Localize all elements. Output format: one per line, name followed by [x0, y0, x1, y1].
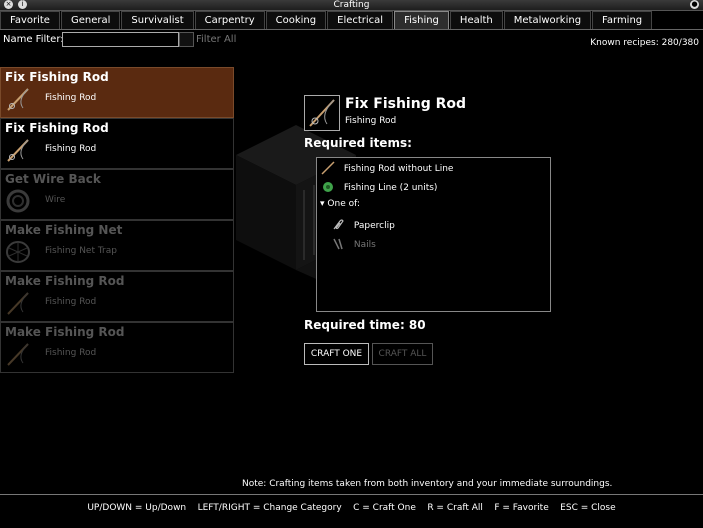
selected-recipe-icon-frame [304, 95, 340, 131]
recipe-result: Wire [45, 195, 66, 205]
one-of-item: Nails [331, 237, 376, 251]
craft-all-button[interactable]: CRAFT ALL [372, 343, 433, 365]
nails-icon [333, 238, 343, 250]
name-filter-input[interactable] [62, 32, 179, 47]
fishing-net-icon [6, 241, 30, 263]
recipe-result: Fishing Rod [45, 93, 97, 103]
recipe-name: Make Fishing Rod [5, 325, 125, 339]
one-of-item: Paperclip [331, 218, 395, 232]
window-title: Crafting [333, 0, 370, 10]
tab-electrical[interactable]: Electrical [327, 11, 394, 29]
recipe-name: Get Wire Back [5, 172, 101, 186]
fishing-line-icon [323, 182, 333, 192]
paperclip-icon [333, 219, 344, 230]
keyboard-shortcuts-bar: UP/DOWN = Up/Down LEFT/RIGHT = Change Ca… [0, 494, 703, 528]
tab-metalworking[interactable]: Metalworking [503, 11, 592, 29]
recipe-item[interactable]: Get Wire Back Wire [0, 169, 234, 220]
tab-health[interactable]: Health [449, 11, 503, 29]
recipe-name: Make Fishing Net [5, 223, 123, 237]
tab-general[interactable]: General [60, 11, 121, 29]
tab-carpentry[interactable]: Carpentry [194, 11, 265, 29]
recipe-name: Make Fishing Rod [5, 274, 125, 288]
tab-fishing[interactable]: Fishing [394, 11, 449, 29]
name-filter-label: Name Filter: [3, 34, 64, 45]
known-recipes-count: Known recipes: 280/380 [590, 38, 699, 48]
required-item: Fishing Line (2 units) [321, 180, 437, 194]
tab-favorite[interactable]: Favorite [0, 11, 60, 29]
required-item-label: Fishing Line (2 units) [343, 182, 438, 193]
one-of-item-label: Paperclip [353, 220, 395, 231]
recipe-result: Fishing Net Trap [45, 246, 117, 256]
required-item-label: Fishing Rod without Line [343, 163, 454, 174]
selected-recipe-result: Fishing Rod [345, 116, 397, 126]
recipe-item[interactable]: Make Fishing Rod Fishing Rod [0, 271, 234, 322]
tab-cooking[interactable]: Cooking [265, 11, 327, 29]
triangle-down-icon: ▾ [320, 199, 325, 209]
crafting-note: Note: Crafting items taken from both inv… [242, 479, 613, 489]
selected-recipe-title: Fix Fishing Rod [345, 96, 467, 112]
info-icon[interactable]: i [18, 0, 27, 9]
one-of-item-label: Nails [353, 239, 376, 250]
category-tabs: Favorite General Survivalist Carpentry C… [0, 11, 703, 30]
recipe-name: Fix Fishing Rod [5, 70, 109, 84]
one-of-label: One of: [327, 199, 360, 209]
recipe-result: Fishing Rod [45, 297, 97, 307]
recipe-name: Fix Fishing Rod [5, 121, 109, 135]
required-items-list[interactable]: Fishing Rod without Line Fishing Line (2… [316, 157, 551, 312]
filter-all-label: Filter All [196, 34, 237, 45]
recipe-item[interactable]: Fix Fishing Rod Fishing Rod [0, 118, 234, 169]
window-titlebar: × i Crafting ● [0, 0, 703, 11]
collapse-icon[interactable]: ● [690, 0, 699, 9]
recipe-result: Fishing Rod [45, 144, 97, 154]
tab-farming[interactable]: Farming [592, 11, 653, 29]
recipe-item[interactable]: Make Fishing Net Fishing Net Trap [0, 220, 234, 271]
one-of-group-header[interactable]: ▾ One of: [320, 199, 360, 209]
fishing-rod-icon [7, 292, 29, 315]
wire-icon [6, 189, 30, 213]
tab-survivalist[interactable]: Survivalist [121, 11, 194, 29]
fishing-rod-icon [321, 161, 335, 175]
fishing-rod-icon [7, 88, 29, 111]
fishing-rod-icon [7, 343, 29, 366]
fishing-rod-icon [309, 99, 335, 127]
recipe-item[interactable]: Fix Fishing Rod Fishing Rod [0, 67, 234, 118]
close-icon[interactable]: × [4, 0, 13, 9]
required-items-label: Required items: [304, 136, 412, 150]
filter-all-checkbox[interactable] [179, 32, 194, 47]
recipe-item[interactable]: Make Fishing Rod Fishing Rod [0, 322, 234, 373]
fishing-rod-icon [7, 139, 29, 162]
recipe-result: Fishing Rod [45, 348, 97, 358]
craft-one-button[interactable]: CRAFT ONE [304, 343, 369, 365]
required-time: Required time: 80 [304, 318, 426, 332]
required-item: Fishing Rod without Line [321, 161, 453, 175]
